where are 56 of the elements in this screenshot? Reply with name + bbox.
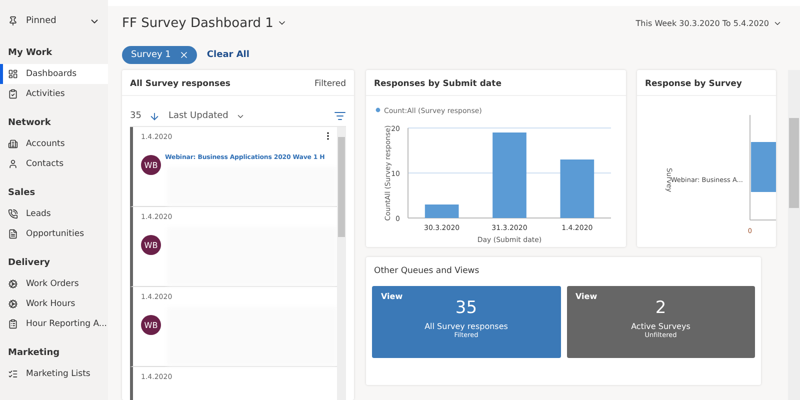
nav-item[interactable]: Activities (0, 84, 108, 104)
dashboard-title[interactable]: FF Survey Dashboard 1 (122, 16, 288, 30)
avatar: WB (141, 155, 161, 175)
nav-item[interactable]: Leads (0, 204, 108, 224)
nav-item[interactable]: Hour Reporting A... (0, 314, 108, 334)
view-options-icon[interactable] (334, 110, 346, 122)
nav-group-title: Delivery (7, 257, 52, 270)
nav-icon (8, 319, 18, 329)
pinned-toggle[interactable]: Pinned (0, 8, 108, 34)
tile-count: 35 (455, 298, 478, 318)
tile-label: View (381, 292, 403, 301)
tile-name: Active Surveys (631, 322, 690, 331)
tile-label: View (576, 292, 598, 301)
nav-icon (8, 229, 18, 239)
nav-icon (8, 69, 18, 79)
avatar: WB (141, 315, 161, 335)
nav-item[interactable]: Work Orders (0, 274, 108, 294)
filter-chip[interactable]: Survey 1 (122, 46, 197, 64)
nav-item[interactable]: Dashboards (0, 64, 108, 84)
nav-icon (8, 299, 18, 309)
date-range-selector[interactable]: This Week 30.3.2020 To 5.4.2020 (636, 18, 782, 28)
card-title: Response by Survey (645, 79, 742, 89)
scrollbar[interactable] (788, 70, 800, 400)
record-count: 35 (130, 111, 142, 121)
nav-item[interactable]: Contacts (0, 154, 108, 174)
sort-direction-icon[interactable] (149, 110, 160, 122)
nav-group-title: Marketing (7, 347, 61, 360)
close-icon[interactable] (178, 50, 189, 60)
card-title: All Survey responses (130, 79, 230, 89)
nav-icon (8, 209, 18, 219)
pin-icon (8, 16, 18, 26)
nav-group-title: My Work (7, 47, 54, 60)
pinned-label: Pinned (26, 16, 58, 26)
nav-icon (8, 89, 18, 99)
sort-selector[interactable]: Last Updated (168, 111, 228, 121)
nav-item[interactable]: Accounts (0, 134, 108, 154)
nav-item[interactable]: Opportunities (0, 224, 108, 244)
chart-bar (751, 142, 776, 192)
nav-icon (8, 159, 18, 169)
filter-status: Filtered (314, 79, 346, 89)
scrollbar[interactable] (337, 127, 346, 400)
nav-item[interactable]: Marketing Lists (0, 364, 108, 384)
card-title: Responses by Submit date (374, 79, 502, 89)
nav-icon (8, 139, 18, 149)
nav-group-title: Sales (7, 187, 36, 200)
nav-group-title: Network (7, 117, 52, 130)
avatar: WB (141, 235, 161, 255)
tile-count: 2 (655, 298, 666, 318)
clear-all-link[interactable]: Clear All (206, 50, 250, 60)
nav-icon (8, 279, 18, 289)
tile-name: All Survey responses (424, 322, 508, 331)
nav-icon (8, 369, 18, 379)
card-title: Other Queues and Views (374, 266, 480, 276)
nav-item[interactable]: Work Hours (0, 294, 108, 314)
chart-bar (560, 160, 594, 218)
chart-bar (424, 204, 459, 218)
